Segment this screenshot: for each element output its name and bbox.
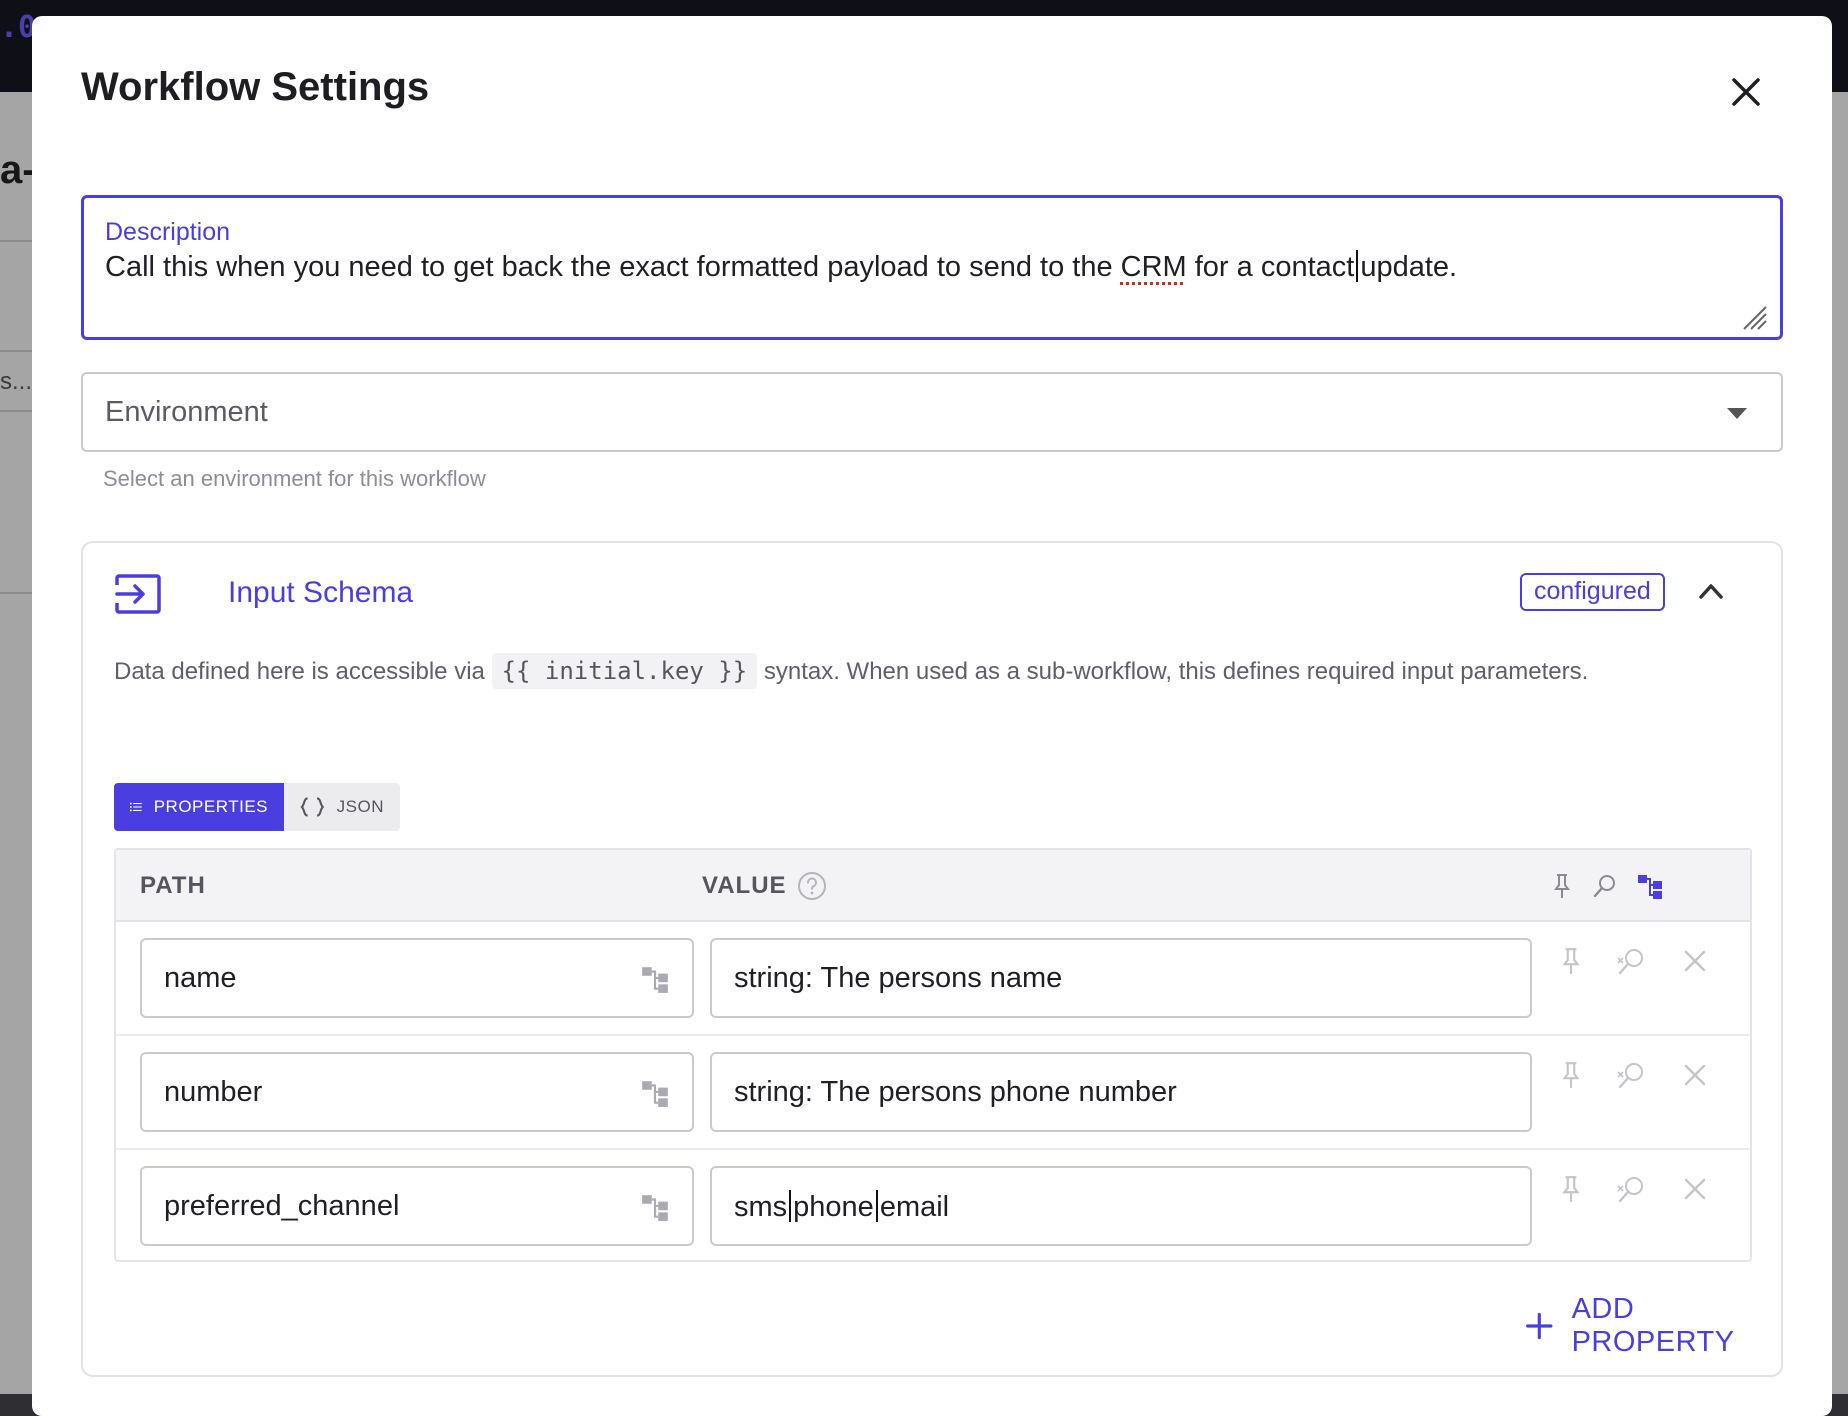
add-property-button[interactable]: ADD PROPERTY — [1525, 1293, 1781, 1359]
remove-icon[interactable] — [1682, 1062, 1708, 1088]
description-text: Call this when you need to get back the … — [105, 251, 1121, 283]
input-schema-panel: Input Schema configured Data defined her… — [81, 541, 1783, 1377]
close-icon — [1732, 78, 1760, 106]
value-text: string: The persons phone number — [734, 1076, 1177, 1108]
path-value: preferred_channel — [164, 1190, 400, 1222]
workflow-settings-modal: Workflow Settings Description Call this … — [32, 16, 1832, 1416]
description-value[interactable]: Call this when you need to get back the … — [105, 250, 1457, 284]
dropdown-arrow-icon — [1727, 408, 1747, 419]
list-icon — [130, 802, 142, 812]
chevron-up-icon[interactable] — [1693, 573, 1729, 609]
table-row: number string: The persons phone number — [116, 1036, 1750, 1150]
code-snippet: {{ initial.key }} — [491, 653, 758, 689]
value-input[interactable]: string: The persons phone number — [710, 1052, 1532, 1132]
environment-helper-text: Select an environment for this workflow — [103, 466, 486, 491]
value-text: string: The persons name — [734, 962, 1063, 994]
pin-icon[interactable] — [1556, 946, 1586, 976]
text-caret — [1356, 250, 1359, 282]
modal-title: Workflow Settings — [81, 65, 430, 109]
path-input[interactable]: preferred_channel — [140, 1166, 694, 1246]
pin-icon[interactable] — [1556, 1174, 1586, 1204]
search-clear-icon[interactable] — [1616, 1174, 1648, 1206]
tree-structure-icon[interactable] — [640, 964, 670, 994]
description-text: Data defined here is accessible via — [114, 658, 492, 685]
tab-json[interactable]: JSON — [284, 783, 400, 831]
column-header-value: VALUE — [702, 872, 787, 899]
plus-icon — [1526, 1312, 1553, 1340]
remove-icon[interactable] — [1682, 948, 1708, 974]
table-row: name string: The persons name — [116, 922, 1750, 1036]
tab-properties-label: PROPERTIES — [153, 797, 268, 816]
value-part: sms — [734, 1191, 788, 1223]
description-textarea[interactable]: Description Call this when you need to g… — [81, 195, 1783, 340]
value-text: sms phone email — [734, 1190, 949, 1224]
path-value: number — [164, 1076, 263, 1108]
table-row: preferred_channel sms phone email — [116, 1150, 1750, 1264]
remove-icon[interactable] — [1682, 1176, 1708, 1202]
environment-label: Environment — [105, 396, 268, 428]
input-arrow-icon — [115, 574, 161, 614]
properties-table: PATH VALUE name string: The persons name… — [114, 848, 1752, 1262]
tree-structure-icon[interactable] — [1636, 872, 1664, 900]
pin-icon[interactable] — [1548, 872, 1576, 900]
value-part: phone — [793, 1191, 874, 1223]
path-value: name — [164, 962, 237, 994]
pin-icon[interactable] — [1556, 1060, 1586, 1090]
view-toggle: PROPERTIES JSON — [114, 783, 400, 831]
search-clear-icon[interactable] — [1616, 946, 1648, 978]
tree-structure-icon[interactable] — [640, 1078, 670, 1108]
braces-icon — [300, 797, 325, 817]
description-text: update. — [1360, 251, 1458, 283]
search-clear-icon[interactable] — [1616, 1060, 1648, 1092]
pipe-separator — [789, 1190, 792, 1222]
status-badge: configured — [1520, 573, 1665, 611]
value-part: email — [879, 1191, 950, 1223]
tree-structure-icon[interactable] — [640, 1192, 670, 1222]
resize-handle-icon[interactable] — [1740, 303, 1768, 331]
tab-properties[interactable]: PROPERTIES — [114, 783, 284, 831]
table-header: PATH VALUE — [116, 850, 1750, 922]
value-input[interactable]: string: The persons name — [710, 938, 1532, 1018]
pipe-separator — [875, 1190, 878, 1222]
column-header-path: PATH — [140, 872, 206, 899]
description-label: Description — [105, 218, 231, 246]
description-text: syntax. When used as a sub-workflow, thi… — [757, 658, 1589, 685]
help-icon[interactable] — [796, 870, 828, 902]
input-schema-title[interactable]: Input Schema — [228, 576, 413, 610]
input-schema-description: Data defined here is accessible via {{ i… — [114, 651, 1714, 693]
close-button[interactable] — [1722, 68, 1770, 116]
path-input[interactable]: name — [140, 938, 694, 1018]
value-input[interactable]: sms phone email — [710, 1166, 1532, 1246]
tab-json-label: JSON — [336, 797, 384, 816]
environment-select[interactable]: Environment — [81, 372, 1783, 452]
path-input[interactable]: number — [140, 1052, 694, 1132]
search-icon[interactable] — [1592, 872, 1620, 900]
add-property-label: ADD PROPERTY — [1571, 1293, 1735, 1358]
spellcheck-flagged-word: CRM — [1120, 251, 1187, 283]
description-text: for a contact — [1186, 251, 1355, 283]
